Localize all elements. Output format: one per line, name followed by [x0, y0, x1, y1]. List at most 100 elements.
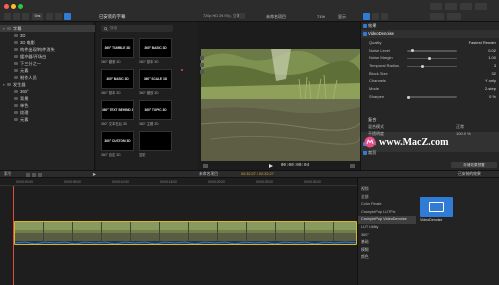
view-menu[interactable]: 显示 [338, 14, 346, 20]
video-clip[interactable] [14, 221, 357, 245]
background-tasks-icon[interactable] [22, 13, 29, 20]
library-item[interactable]: 背景 [0, 95, 95, 102]
save-effects-preset-button[interactable]: 存储效果预置 [451, 162, 497, 168]
effects-category-item[interactable]: CrumplePop VideoDenoise [358, 216, 416, 224]
param-label: Noise Margin [369, 55, 393, 61]
library-item[interactable]: 元素 [0, 67, 95, 74]
param-select[interactable]: Y only [485, 77, 496, 85]
effects-category-item[interactable]: 基础 [358, 239, 416, 247]
param-slider[interactable] [407, 64, 457, 68]
folder-icon [14, 48, 18, 52]
share-button[interactable] [430, 3, 442, 10]
titles-generators-icon[interactable] [64, 13, 71, 20]
library-item[interactable]: 元素 [0, 116, 95, 123]
viewer-settings-icon[interactable] [239, 13, 245, 19]
fullscreen-icon[interactable] [350, 163, 355, 168]
effects-enable-checkbox[interactable] [363, 24, 367, 28]
distort-control-icon[interactable] [200, 70, 204, 74]
zoom-level[interactable]: 71% [317, 14, 325, 19]
library-item[interactable]: 缓冲器/开场白 [0, 53, 95, 60]
watermark: www.MacZ.com [361, 132, 499, 152]
import-media-icon[interactable] [4, 13, 11, 20]
append-clip-icon[interactable] [26, 172, 30, 177]
library-item[interactable]: 3D 电影 [0, 39, 95, 46]
top-toolbar: 0ns 已安装的字幕 720p HD 29.97p, 立体声 未命名项目 71%… [0, 0, 499, 22]
param-label: Sharpen [369, 93, 385, 99]
videodenoise-effect-thumb[interactable] [420, 197, 453, 217]
slider-knob[interactable] [410, 49, 414, 53]
param-slider[interactable] [407, 57, 457, 61]
effects-category-item[interactable]: CrumplePop LUTFix [358, 209, 416, 217]
library-item-label: 3D 电影 [20, 40, 35, 45]
insert-clip-icon[interactable] [32, 172, 36, 177]
index-button[interactable]: 索引 [4, 172, 12, 177]
effects-category-item[interactable]: 视频 [358, 186, 416, 194]
effects-category-item[interactable]: 360° [358, 232, 416, 240]
effects-category-item[interactable]: 全部 [358, 194, 416, 202]
folder-icon [14, 62, 18, 66]
select-tool-icon[interactable]: ➤ [92, 172, 96, 178]
library-item[interactable]: ▾ 字幕 [0, 25, 95, 32]
effects-category-item[interactable]: 模糊 [358, 247, 416, 255]
audio-inspector-icon[interactable] [372, 13, 379, 20]
keyword-button[interactable] [445, 3, 457, 10]
param-row: Temporal Radius 3 [361, 62, 499, 70]
viewer-options-icon[interactable] [203, 163, 208, 168]
library-item[interactable]: 纹理 [0, 109, 95, 116]
minimize-window-button[interactable] [11, 4, 16, 9]
media-browser-icon[interactable] [46, 13, 53, 20]
library-item-label: 360° [20, 89, 29, 94]
library-item[interactable]: ▾ 发生器 [0, 81, 95, 88]
library-item[interactable]: 360° [0, 88, 95, 95]
title-thumbnail[interactable]: 显影 [139, 131, 172, 157]
slider-knob[interactable] [421, 64, 425, 68]
crop-control-icon[interactable] [200, 63, 204, 67]
video-inspector-icon[interactable] [363, 13, 370, 20]
slider-knob[interactable] [428, 57, 432, 61]
info-inspector-icon[interactable] [381, 13, 388, 20]
keyword-icon[interactable] [13, 13, 20, 20]
param-select[interactable]: 32 [492, 70, 496, 78]
param-select[interactable]: Fastest Render [469, 39, 496, 47]
fullscreen-button[interactable] [475, 3, 487, 10]
param-value[interactable]: 1.00 [488, 54, 496, 62]
browser-title: 已安装的字幕 [99, 14, 126, 19]
title-thumbnail[interactable]: 360° TOPIC 3D 360° 主题 3D [139, 100, 172, 126]
close-window-button[interactable] [4, 4, 9, 9]
library-item[interactable]: 构件出现/构件消失 [0, 46, 95, 53]
title-thumbnail[interactable]: 360° BASIC 3D 360° 基本 3D [139, 38, 172, 64]
title-thumbnail[interactable]: 360° TUMBLE 3D 360° 翻滚 3D [101, 38, 134, 64]
workspace-button[interactable] [460, 3, 472, 10]
library-item[interactable]: 下三分之一 [0, 60, 95, 67]
overwrite-clip-icon[interactable] [38, 172, 42, 177]
param-slider[interactable] [407, 49, 457, 53]
title-thumbnail[interactable]: 360° CUSTOM 3D 360° 自定 3D [101, 131, 134, 157]
timeline-timecode: 00:32:27 / 02:32:27 [241, 172, 274, 176]
browser-search-field[interactable]: 搜索 [101, 25, 173, 32]
title-thumbnail[interactable]: 360° TEXT BEHIND 3D 360° 文本在后 3D [101, 100, 134, 126]
videodenoise-enable-checkbox[interactable] [363, 32, 367, 36]
inspector-toggle-button[interactable] [430, 13, 444, 20]
zoom-window-button[interactable] [18, 4, 23, 9]
effects-category-item[interactable]: Color Finale [358, 201, 416, 209]
media-badge[interactable]: 0ns [32, 13, 43, 20]
library-item[interactable]: 3D [0, 32, 95, 39]
title-thumbnail[interactable]: 360° SCALE 3D 360° 缩放 3D [139, 69, 172, 95]
effects-toggle-button[interactable] [447, 13, 461, 20]
effects-category-item[interactable]: LUT Utility [358, 224, 416, 232]
param-value[interactable]: 0 % [489, 93, 496, 101]
timeline-project-name: 未命名项目 [199, 172, 218, 176]
title-thumbnail[interactable]: 360° BASIC 3D 360° 基本 3D [101, 69, 134, 95]
library-item[interactable]: 制作人员 [0, 74, 95, 81]
param-value[interactable]: 3 [494, 62, 496, 70]
folder-icon [14, 97, 18, 101]
library-item[interactable]: 单色 [0, 102, 95, 109]
photos-audio-icon[interactable] [55, 13, 62, 20]
effects-category-item[interactable]: 颜色 [358, 254, 416, 262]
slider-knob[interactable] [407, 95, 410, 99]
transform-control-icon[interactable] [200, 56, 204, 60]
param-slider[interactable] [407, 95, 457, 99]
param-select[interactable]: 2-step [485, 85, 496, 93]
param-value[interactable]: 0.02 [488, 47, 496, 55]
play-icon[interactable] [268, 163, 273, 168]
